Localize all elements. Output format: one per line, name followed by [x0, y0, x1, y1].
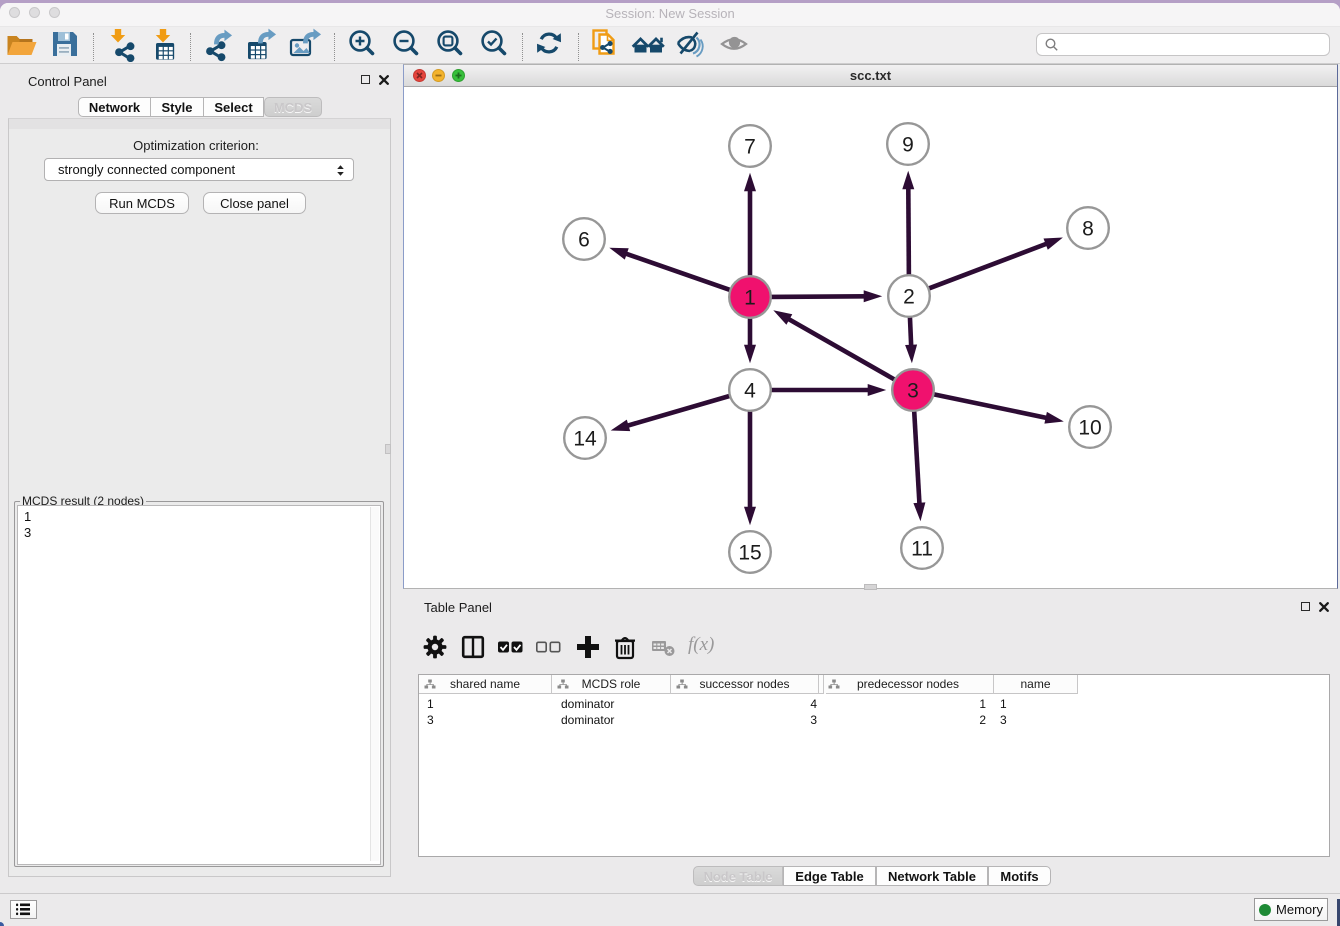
svg-text:8: 8 — [1082, 218, 1094, 241]
svg-text:2: 2 — [903, 286, 915, 309]
svg-text:4: 4 — [744, 380, 756, 403]
svg-text:9: 9 — [902, 134, 914, 157]
svg-text:10: 10 — [1078, 417, 1101, 440]
svg-text:15: 15 — [738, 542, 761, 565]
svg-text:11: 11 — [911, 538, 933, 561]
svg-text:3: 3 — [907, 380, 919, 403]
svg-text:7: 7 — [744, 136, 756, 159]
svg-text:6: 6 — [578, 229, 590, 252]
svg-text:1: 1 — [744, 287, 756, 310]
svg-text:14: 14 — [573, 428, 597, 451]
